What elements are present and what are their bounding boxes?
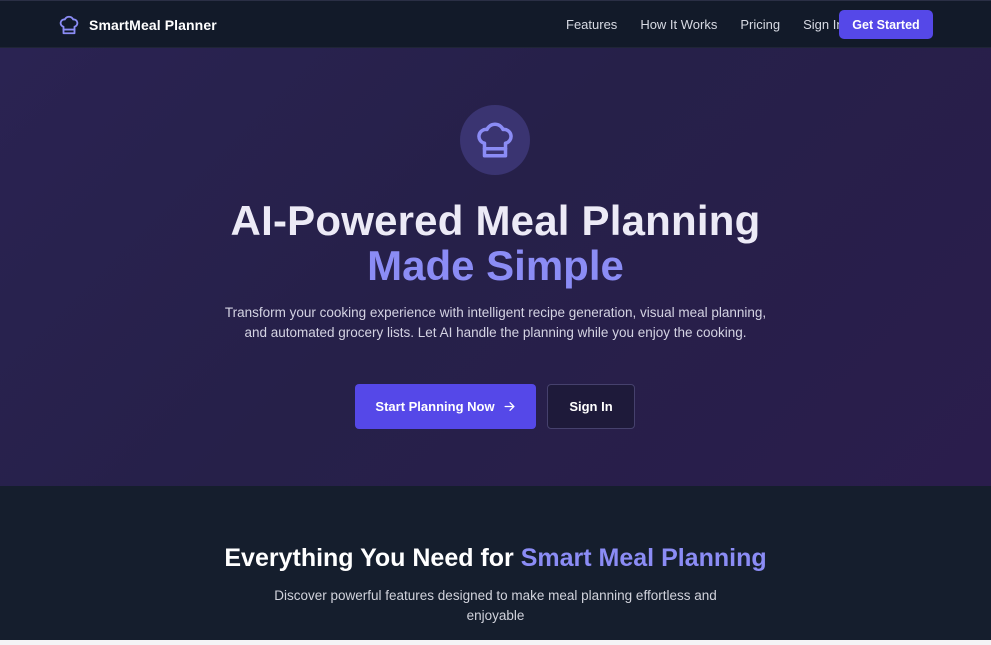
start-planning-label: Start Planning Now xyxy=(375,399,495,414)
hero-title: AI-Powered Meal Planning xyxy=(230,197,761,244)
hero-title-accent: Made Simple xyxy=(367,242,624,289)
nav-link-how-it-works[interactable]: How It Works xyxy=(640,17,717,32)
features-title-prefix: Everything You Need for xyxy=(224,544,521,572)
hero-subtitle: Transform your cooking experience with i… xyxy=(224,305,767,340)
hero-icon-badge xyxy=(460,105,530,175)
nav-link-sign-in[interactable]: Sign In xyxy=(803,17,843,32)
nav-links: Features How It Works Pricing Sign In xyxy=(566,17,844,32)
features-section: Everything You Need for Smart Meal Plann… xyxy=(0,486,991,640)
start-planning-button[interactable]: Start Planning Now xyxy=(355,384,536,429)
top-navbar: SmartMeal Planner Features How It Works … xyxy=(0,0,991,48)
nav-link-features[interactable]: Features xyxy=(566,17,617,32)
landing-page: SmartMeal Planner Features How It Works … xyxy=(0,0,991,640)
chef-hat-icon xyxy=(477,122,513,158)
get-started-button[interactable]: Get Started xyxy=(839,10,933,39)
hero-section: AI-Powered Meal Planning Made Simple Tra… xyxy=(0,48,991,486)
arrow-right-icon xyxy=(504,402,515,411)
nav-link-pricing[interactable]: Pricing xyxy=(740,17,780,32)
brand-logo[interactable]: SmartMeal Planner xyxy=(58,14,217,36)
hero-sign-in-button[interactable]: Sign In xyxy=(547,384,635,429)
features-title-accent: Smart Meal Planning xyxy=(520,544,767,572)
features-title: Everything You Need for Smart Meal Plann… xyxy=(0,544,991,573)
features-subtitle: Discover powerful features designed to m… xyxy=(274,588,717,623)
brand-name: SmartMeal Planner xyxy=(89,17,217,33)
chef-hat-icon xyxy=(59,15,79,35)
